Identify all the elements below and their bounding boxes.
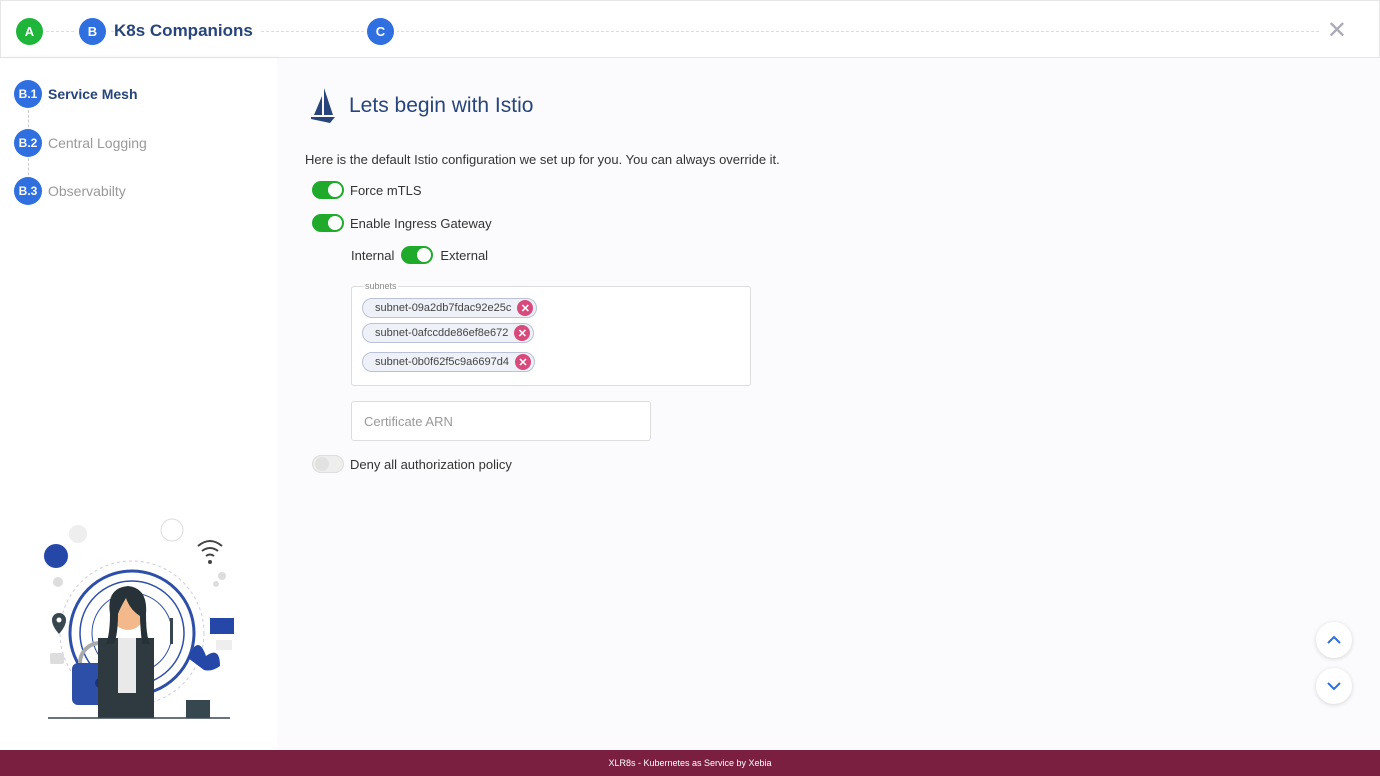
substep-label: Central Logging bbox=[48, 135, 147, 151]
ingress-gateway-label: Enable Ingress Gateway bbox=[350, 215, 492, 231]
security-illustration bbox=[44, 518, 234, 719]
ingress-gateway-toggle[interactable] bbox=[312, 214, 344, 232]
footer: XLR8s - Kubernetes as Service by Xebia bbox=[0, 750, 1380, 776]
scroll-down-button[interactable] bbox=[1316, 668, 1352, 704]
gateway-type-toggle[interactable] bbox=[401, 246, 434, 264]
substep-badge: B.3 bbox=[14, 177, 42, 205]
subnet-chip-label: subnet-0afccdde86ef8e672 bbox=[375, 327, 509, 339]
subnet-chip-label: subnet-0b0f62f5c9a6697d4 bbox=[375, 356, 509, 368]
chevron-up-icon bbox=[1327, 635, 1341, 644]
gateway-type-row: Internal External bbox=[351, 246, 488, 264]
ingress-gateway-row: Enable Ingress Gateway bbox=[312, 214, 492, 232]
remove-chip-icon[interactable]: ✕ bbox=[514, 325, 531, 341]
sidebar-item-central-logging[interactable]: B.2 Central Logging bbox=[14, 129, 147, 157]
deny-policy-row: Deny all authorization policy bbox=[312, 455, 512, 473]
intro-text: Here is the default Istio configuration … bbox=[305, 152, 780, 167]
sidebar-item-observability[interactable]: B.3 Observabilty bbox=[14, 177, 126, 205]
page-title: Lets begin with Istio bbox=[349, 94, 534, 117]
istio-sail-icon bbox=[311, 88, 335, 123]
main-panel: Lets begin with Istio Here is the defaul… bbox=[277, 58, 1380, 750]
subnet-chip: subnet-0b0f62f5c9a6697d4 ✕ bbox=[362, 352, 535, 372]
certificate-arn-input[interactable] bbox=[351, 401, 651, 441]
close-icon[interactable]: ✕ bbox=[1327, 16, 1347, 45]
substep-badge: B.1 bbox=[14, 80, 42, 108]
page-header: Lets begin with Istio bbox=[309, 88, 533, 124]
force-mtls-toggle[interactable] bbox=[312, 181, 344, 199]
subnet-chip: subnet-0afccdde86ef8e672 ✕ bbox=[362, 323, 535, 343]
substep-badge: B.2 bbox=[14, 129, 42, 157]
remove-chip-icon[interactable]: ✕ bbox=[517, 300, 534, 316]
external-label: External bbox=[440, 247, 489, 263]
sidebar-item-service-mesh[interactable]: B.1 Service Mesh bbox=[14, 80, 138, 108]
scroll-up-button[interactable] bbox=[1316, 622, 1352, 658]
force-mtls-row: Force mTLS bbox=[312, 181, 422, 199]
deny-policy-toggle[interactable] bbox=[312, 455, 344, 473]
subnet-chip: subnet-09a2db7fdac92e25c ✕ bbox=[362, 298, 538, 318]
step-b-label: K8s Companions bbox=[114, 21, 261, 41]
sidebar: B.1 Service Mesh B.2 Central Logging B.3… bbox=[0, 58, 277, 750]
force-mtls-label: Force mTLS bbox=[350, 182, 422, 198]
internal-label: Internal bbox=[351, 247, 395, 263]
step-b-badge[interactable]: B bbox=[79, 18, 106, 45]
deny-policy-label: Deny all authorization policy bbox=[350, 456, 512, 472]
chevron-down-icon bbox=[1327, 682, 1341, 691]
subnets-legend: subnets bbox=[364, 281, 398, 291]
step-a-badge[interactable]: A bbox=[16, 18, 43, 45]
remove-chip-icon[interactable]: ✕ bbox=[514, 354, 531, 370]
footer-text: XLR8s - Kubernetes as Service by Xebia bbox=[608, 758, 772, 768]
substep-label: Service Mesh bbox=[48, 86, 138, 102]
substep-label: Observabilty bbox=[48, 183, 126, 199]
top-stepper: A B K8s Companions C ✕ bbox=[0, 0, 1380, 58]
step-c-badge[interactable]: C bbox=[367, 18, 394, 45]
subnets-field[interactable]: subnets subnet-09a2db7fdac92e25c ✕ subne… bbox=[351, 281, 751, 386]
subnet-chip-label: subnet-09a2db7fdac92e25c bbox=[375, 302, 512, 314]
